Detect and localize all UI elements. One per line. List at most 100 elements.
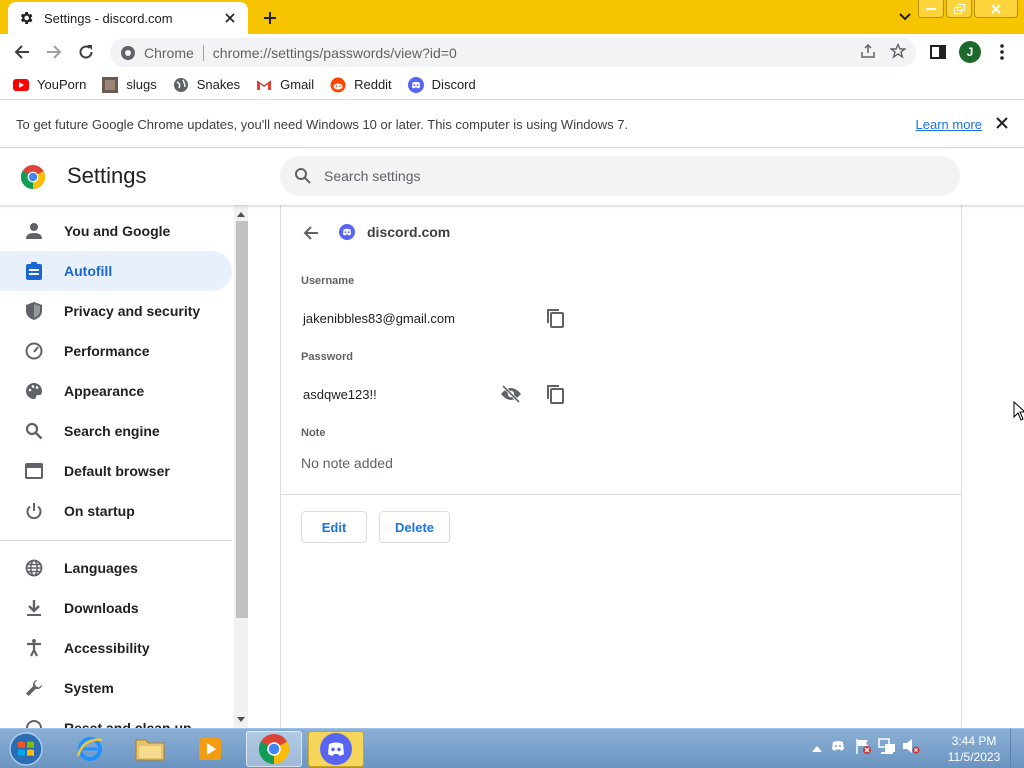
sidebar-item-label: On startup bbox=[64, 503, 135, 519]
chrome-icon bbox=[259, 734, 289, 764]
close-icon[interactable] bbox=[996, 116, 1008, 132]
sidebar-item-privacy[interactable]: Privacy and security bbox=[0, 291, 232, 331]
bookmark-item[interactable]: slugs bbox=[102, 76, 157, 93]
action-center-flag-icon[interactable] bbox=[854, 737, 872, 760]
bookmark-star-icon[interactable] bbox=[889, 42, 907, 62]
internet-explorer-taskbar-button[interactable] bbox=[62, 731, 118, 767]
globe-icon bbox=[24, 558, 44, 578]
edit-button[interactable]: Edit bbox=[301, 511, 367, 543]
search-placeholder: Search settings bbox=[324, 168, 421, 184]
discord-tray-icon[interactable] bbox=[828, 738, 848, 759]
power-icon bbox=[24, 501, 44, 521]
address-bar[interactable]: Chrome chrome://settings/passwords/view?… bbox=[110, 38, 916, 67]
sidebar-item-on-startup[interactable]: On startup bbox=[0, 491, 232, 531]
sidebar-scrollbar-thumb[interactable] bbox=[236, 221, 248, 618]
browser-toolbar: Chrome chrome://settings/passwords/view?… bbox=[0, 34, 1024, 70]
update-infobar: To get future Google Chrome updates, you… bbox=[0, 101, 1024, 148]
discord-icon bbox=[339, 224, 355, 240]
back-arrow-icon[interactable] bbox=[8, 38, 36, 66]
side-panel-icon[interactable] bbox=[926, 38, 950, 66]
omnibox-divider bbox=[202, 44, 204, 61]
sidebar-item-languages[interactable]: Languages bbox=[0, 548, 232, 588]
share-icon[interactable] bbox=[860, 43, 876, 62]
media-player-taskbar-button[interactable] bbox=[182, 731, 238, 767]
windows-taskbar: 3:44 PM 11/5/2023 bbox=[0, 728, 1024, 768]
kebab-menu-icon[interactable] bbox=[992, 38, 1012, 66]
delete-button[interactable]: Delete bbox=[379, 511, 450, 543]
tray-expand-icon[interactable] bbox=[812, 740, 822, 758]
bookmark-label: Gmail bbox=[280, 77, 315, 92]
sidebar-item-label: Privacy and security bbox=[64, 303, 201, 319]
folder-icon bbox=[135, 739, 165, 761]
close-window-button[interactable] bbox=[974, 0, 1018, 18]
sidebar-item-default-browser[interactable]: Default browser bbox=[0, 451, 232, 491]
copy-username-icon[interactable] bbox=[541, 304, 569, 332]
note-label: Note bbox=[301, 427, 326, 439]
media-player-icon bbox=[199, 738, 221, 760]
sidebar-divider bbox=[0, 540, 232, 541]
gmail-icon bbox=[256, 77, 272, 93]
sidebar-item-performance[interactable]: Performance bbox=[0, 331, 232, 371]
sidebar-item-you-and-google[interactable]: You and Google bbox=[0, 211, 232, 251]
discord-taskbar-button[interactable] bbox=[308, 731, 364, 767]
chevron-down-icon[interactable] bbox=[894, 6, 916, 28]
sidebar-item-reset[interactable]: Reset and clean up bbox=[0, 708, 232, 728]
bookmark-item[interactable]: YouPorn bbox=[13, 77, 86, 93]
bookmark-item[interactable]: Gmail bbox=[256, 77, 314, 93]
tab-close-icon[interactable] bbox=[222, 10, 238, 26]
reload-icon[interactable] bbox=[72, 38, 100, 66]
show-desktop-button[interactable] bbox=[1010, 729, 1024, 768]
speedometer-icon bbox=[24, 341, 44, 361]
password-value[interactable]: asdqwe123!! bbox=[303, 387, 377, 402]
sidebar-item-system[interactable]: System bbox=[0, 668, 232, 708]
image-thumb-icon bbox=[102, 76, 119, 93]
learn-more-link[interactable]: Learn more bbox=[916, 117, 982, 132]
sidebar-item-label: Autofill bbox=[64, 263, 113, 279]
sidebar-item-accessibility[interactable]: Accessibility bbox=[0, 628, 232, 668]
active-tab[interactable]: Settings - discord.com bbox=[8, 2, 248, 34]
sidebar-item-label: Languages bbox=[64, 560, 138, 576]
profile-button[interactable]: J bbox=[958, 38, 982, 66]
bookmark-label: slugs bbox=[126, 77, 157, 92]
search-icon bbox=[294, 167, 312, 185]
system-tray bbox=[812, 737, 920, 760]
minimize-button[interactable] bbox=[918, 0, 944, 18]
sidebar-item-downloads[interactable]: Downloads bbox=[0, 588, 232, 628]
volume-muted-icon[interactable] bbox=[902, 737, 920, 760]
start-button[interactable] bbox=[6, 730, 46, 768]
back-arrow-icon[interactable] bbox=[299, 221, 323, 245]
card-divider bbox=[281, 494, 961, 495]
scroll-down-arrow-icon[interactable] bbox=[234, 712, 248, 726]
bookmark-item[interactable]: Snakes bbox=[173, 77, 240, 93]
chrome-taskbar-button[interactable] bbox=[246, 731, 302, 767]
explorer-taskbar-button[interactable] bbox=[122, 731, 178, 767]
restore-button[interactable] bbox=[946, 0, 972, 18]
reset-icon bbox=[24, 718, 44, 728]
ie-icon bbox=[76, 737, 103, 761]
shield-icon bbox=[24, 301, 44, 321]
infobar-message: To get future Google Chrome updates, you… bbox=[16, 116, 629, 132]
network-icon[interactable] bbox=[878, 737, 896, 760]
forward-arrow-icon[interactable] bbox=[40, 38, 68, 66]
username-value[interactable]: jakenibbles83@gmail.com bbox=[303, 311, 455, 326]
search-input[interactable]: Search settings bbox=[280, 156, 960, 196]
sidebar-item-label: Appearance bbox=[64, 383, 145, 399]
site-info-chip[interactable]: Chrome bbox=[120, 45, 194, 61]
bookmark-label: YouPorn bbox=[37, 77, 87, 92]
avatar: J bbox=[959, 41, 981, 63]
windows-logo-icon bbox=[9, 732, 43, 766]
copy-password-icon[interactable] bbox=[541, 380, 569, 408]
bookmark-item[interactable]: Reddit bbox=[330, 77, 392, 93]
sidebar-item-search-engine[interactable]: Search engine bbox=[0, 411, 232, 451]
url-text[interactable]: chrome://settings/passwords/view?id=0 bbox=[213, 45, 860, 61]
scroll-up-arrow-icon[interactable] bbox=[234, 207, 248, 221]
bookmark-item[interactable]: Discord bbox=[407, 76, 476, 93]
new-tab-plus-icon[interactable] bbox=[258, 6, 282, 30]
sidebar-item-autofill[interactable]: Autofill bbox=[0, 251, 232, 291]
password-detail-card: discord.com Username jakenibbles83@gmail… bbox=[280, 205, 962, 728]
gear-icon bbox=[18, 10, 34, 26]
eye-off-icon[interactable] bbox=[497, 380, 525, 408]
sidebar-item-appearance[interactable]: Appearance bbox=[0, 371, 232, 411]
search-icon bbox=[24, 421, 44, 441]
system-clock[interactable]: 3:44 PM 11/5/2023 bbox=[940, 733, 1008, 765]
